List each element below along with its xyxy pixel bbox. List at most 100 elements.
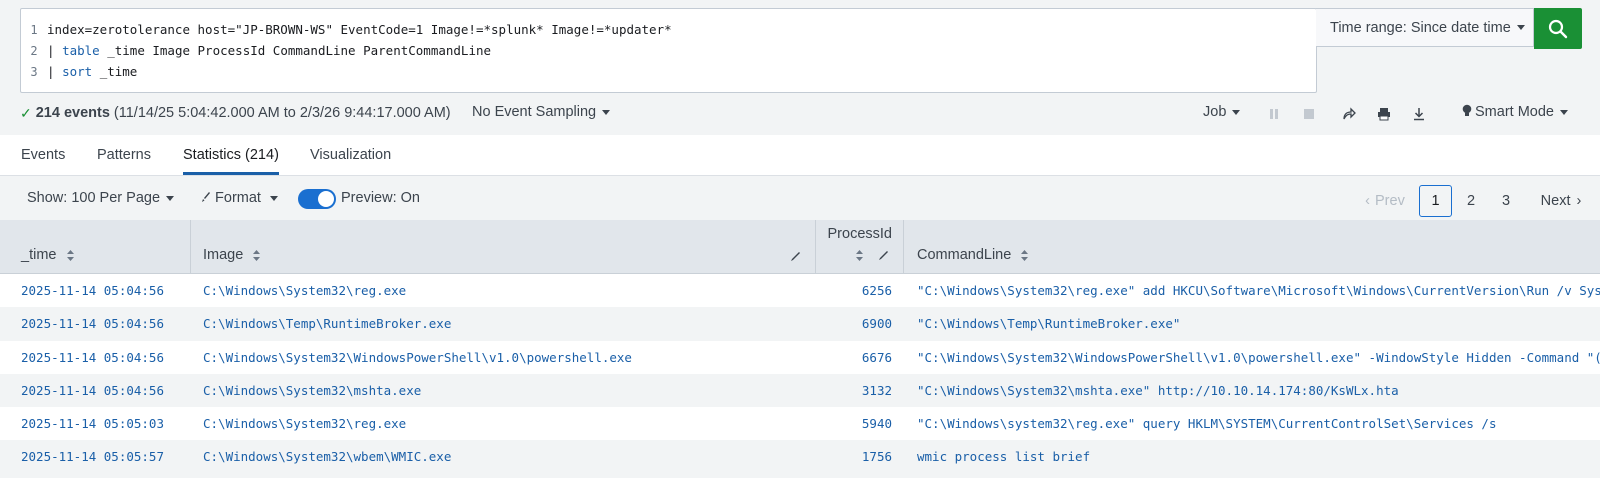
job-label: Job — [1203, 104, 1227, 120]
time-cell[interactable]: 2025-11-14 05:05:03 — [21, 407, 186, 440]
commandline-cell[interactable]: "C:\Windows\System32\WindowsPowerShell\v… — [917, 341, 1600, 374]
pid-cell[interactable]: 3132 — [812, 374, 892, 407]
chevron-left-icon: ‹ — [1365, 193, 1370, 209]
format-dropdown[interactable]: Format — [201, 190, 278, 206]
stop-icon — [1304, 109, 1314, 119]
statistics-table: _time Image ProcessId CommandLine 2025-1… — [0, 220, 1600, 474]
time-cell[interactable]: 2025-11-14 05:04:56 — [21, 374, 186, 407]
tab-visualization[interactable]: Visualization — [310, 147, 391, 175]
image-cell[interactable]: C:\Windows\System32\mshta.exe — [203, 374, 808, 407]
print-button[interactable] — [1374, 104, 1394, 124]
tab-statistics[interactable]: Statistics (214) — [183, 147, 279, 175]
tab-patterns[interactable]: Patterns — [97, 147, 151, 175]
pipe: | — [47, 43, 63, 58]
chevron-down-icon — [1559, 109, 1568, 115]
event-count: 214 events — [35, 105, 110, 121]
column-label: ProcessId — [827, 226, 892, 242]
next-label: Next — [1540, 193, 1571, 209]
sampling-label: No Event Sampling — [472, 104, 597, 120]
table-header: _time Image ProcessId CommandLine — [0, 220, 1600, 274]
sort-icon[interactable] — [1021, 249, 1029, 261]
job-menu[interactable]: Job — [1203, 104, 1241, 120]
commandline-cell[interactable]: "C:\Windows\System32\reg.exe" add HKCU\S… — [917, 274, 1600, 307]
preview-toggle[interactable] — [298, 189, 336, 209]
table-row: 2025-11-14 05:04:56 C:\Windows\System32\… — [0, 340, 1600, 374]
table-row: 2025-11-14 05:04:56 C:\Windows\System32\… — [0, 274, 1600, 308]
print-icon — [1378, 108, 1390, 121]
search-editor[interactable]: 1 index=zerotolerance host="JP-BROWN-WS" … — [20, 8, 1317, 93]
page-1[interactable]: 1 — [1419, 185, 1452, 217]
line-number: 3 — [30, 65, 38, 79]
image-cell[interactable]: C:\Windows\Temp\RuntimeBroker.exe — [203, 307, 808, 340]
time-cell[interactable]: 2025-11-14 05:04:56 — [21, 274, 186, 307]
results-tabs: Events Patterns Statistics (214) Visuali… — [0, 135, 1600, 176]
time-range-label: Time range: Since date time — [1330, 19, 1511, 36]
column-label: CommandLine — [917, 247, 1012, 263]
page-2[interactable]: 2 — [1457, 185, 1485, 217]
chevron-down-icon — [1516, 25, 1525, 30]
pid-cell[interactable]: 6900 — [812, 307, 892, 340]
event-sampling-dropdown[interactable]: No Event Sampling — [472, 104, 611, 120]
table-row: 2025-11-14 05:04:56 C:\Windows\System32\… — [0, 373, 1600, 408]
pid-cell[interactable]: 6256 — [812, 274, 892, 307]
export-button[interactable] — [1409, 104, 1429, 124]
share-icon — [1343, 107, 1356, 120]
time-range-picker[interactable]: Time range: Since date time — [1316, 8, 1534, 47]
pause-icon — [1270, 109, 1278, 119]
image-cell[interactable]: C:\Windows\System32\WindowsPowerShell\v1… — [203, 341, 808, 374]
pid-cell[interactable]: 1756 — [812, 440, 892, 473]
time-cell[interactable]: 2025-11-14 05:05:57 — [21, 440, 186, 473]
share-button[interactable] — [1339, 104, 1359, 124]
command-args: _time Image ProcessId CommandLine Parent… — [99, 43, 492, 58]
sort-icon[interactable] — [253, 249, 261, 261]
check-icon: ✓ — [20, 104, 32, 121]
image-cell[interactable]: C:\Windows\System32\reg.exe — [203, 407, 808, 440]
table-row: 2025-11-14 05:05:57 C:\Windows\System32\… — [0, 440, 1600, 474]
search-mode-dropdown[interactable]: Smart Mode — [1462, 104, 1568, 120]
chevron-down-icon — [269, 195, 278, 201]
search-line-3[interactable]: 3 | sort _time — [21, 61, 137, 82]
pid-cell[interactable]: 5940 — [812, 407, 892, 440]
commandline-cell[interactable]: "C:\Windows\Temp\RuntimeBroker.exe" — [917, 307, 1600, 340]
per-page-dropdown[interactable]: Show: 100 Per Page — [27, 190, 175, 206]
search-line-2[interactable]: 2 | table _time Image ProcessId CommandLi… — [21, 40, 491, 61]
sort-icon[interactable] — [66, 249, 74, 261]
time-cell[interactable]: 2025-11-14 05:04:56 — [21, 307, 186, 340]
column-label: _time — [21, 247, 57, 263]
column-divider[interactable] — [190, 220, 191, 273]
event-time-range: (11/14/25 5:04:42.000 AM to 2/3/26 9:44:… — [113, 105, 451, 121]
search-icon — [1548, 19, 1568, 38]
chevron-right-icon: › — [1576, 193, 1582, 209]
table-row: 2025-11-14 05:04:56 C:\Windows\Temp\Runt… — [0, 307, 1600, 341]
image-cell[interactable]: C:\Windows\System32\wbem\WMIC.exe — [203, 440, 808, 473]
commandline-cell[interactable]: "C:\Windows\System32\mshta.exe" http://1… — [917, 374, 1600, 407]
results-controls: Show: 100 Per Page Format Preview: On ‹ P… — [0, 176, 1600, 220]
prev-page-button[interactable]: ‹ Prev — [1358, 185, 1412, 217]
line-number: 2 — [30, 44, 38, 58]
page-3[interactable]: 3 — [1492, 185, 1520, 217]
command-keyword: table — [62, 43, 100, 58]
command-keyword: sort — [62, 64, 93, 79]
column-label: Image — [203, 247, 244, 263]
time-cell[interactable]: 2025-11-14 05:04:56 — [21, 341, 186, 374]
chevron-down-icon — [1232, 109, 1241, 115]
search-mode-label: Smart Mode — [1475, 104, 1554, 120]
search-button[interactable] — [1534, 8, 1582, 49]
column-divider[interactable] — [815, 220, 816, 273]
next-page-button[interactable]: Next › — [1534, 185, 1588, 217]
image-cell[interactable]: C:\Windows\System32\reg.exe — [203, 274, 808, 307]
tab-events[interactable]: Events — [21, 147, 65, 175]
pid-cell[interactable]: 6676 — [812, 341, 892, 374]
column-divider[interactable] — [903, 220, 904, 273]
preview-label: Preview: On — [341, 190, 420, 206]
search-line-1[interactable]: 1 index=zerotolerance host="JP-BROWN-WS" … — [21, 19, 671, 40]
commandline-cell[interactable]: "C:\Windows\system32\reg.exe" query HKLM… — [917, 407, 1600, 440]
lightbulb-icon — [1462, 104, 1472, 116]
chevron-down-icon — [602, 109, 611, 115]
table-row: 2025-11-14 05:05:03 C:\Windows\System32\… — [0, 407, 1600, 441]
chevron-down-icon — [166, 195, 175, 201]
commandline-cell[interactable]: wmic process list brief — [917, 440, 1600, 473]
pipe: | — [47, 64, 63, 79]
pause-button[interactable] — [1264, 104, 1284, 124]
stop-button[interactable] — [1299, 104, 1319, 124]
